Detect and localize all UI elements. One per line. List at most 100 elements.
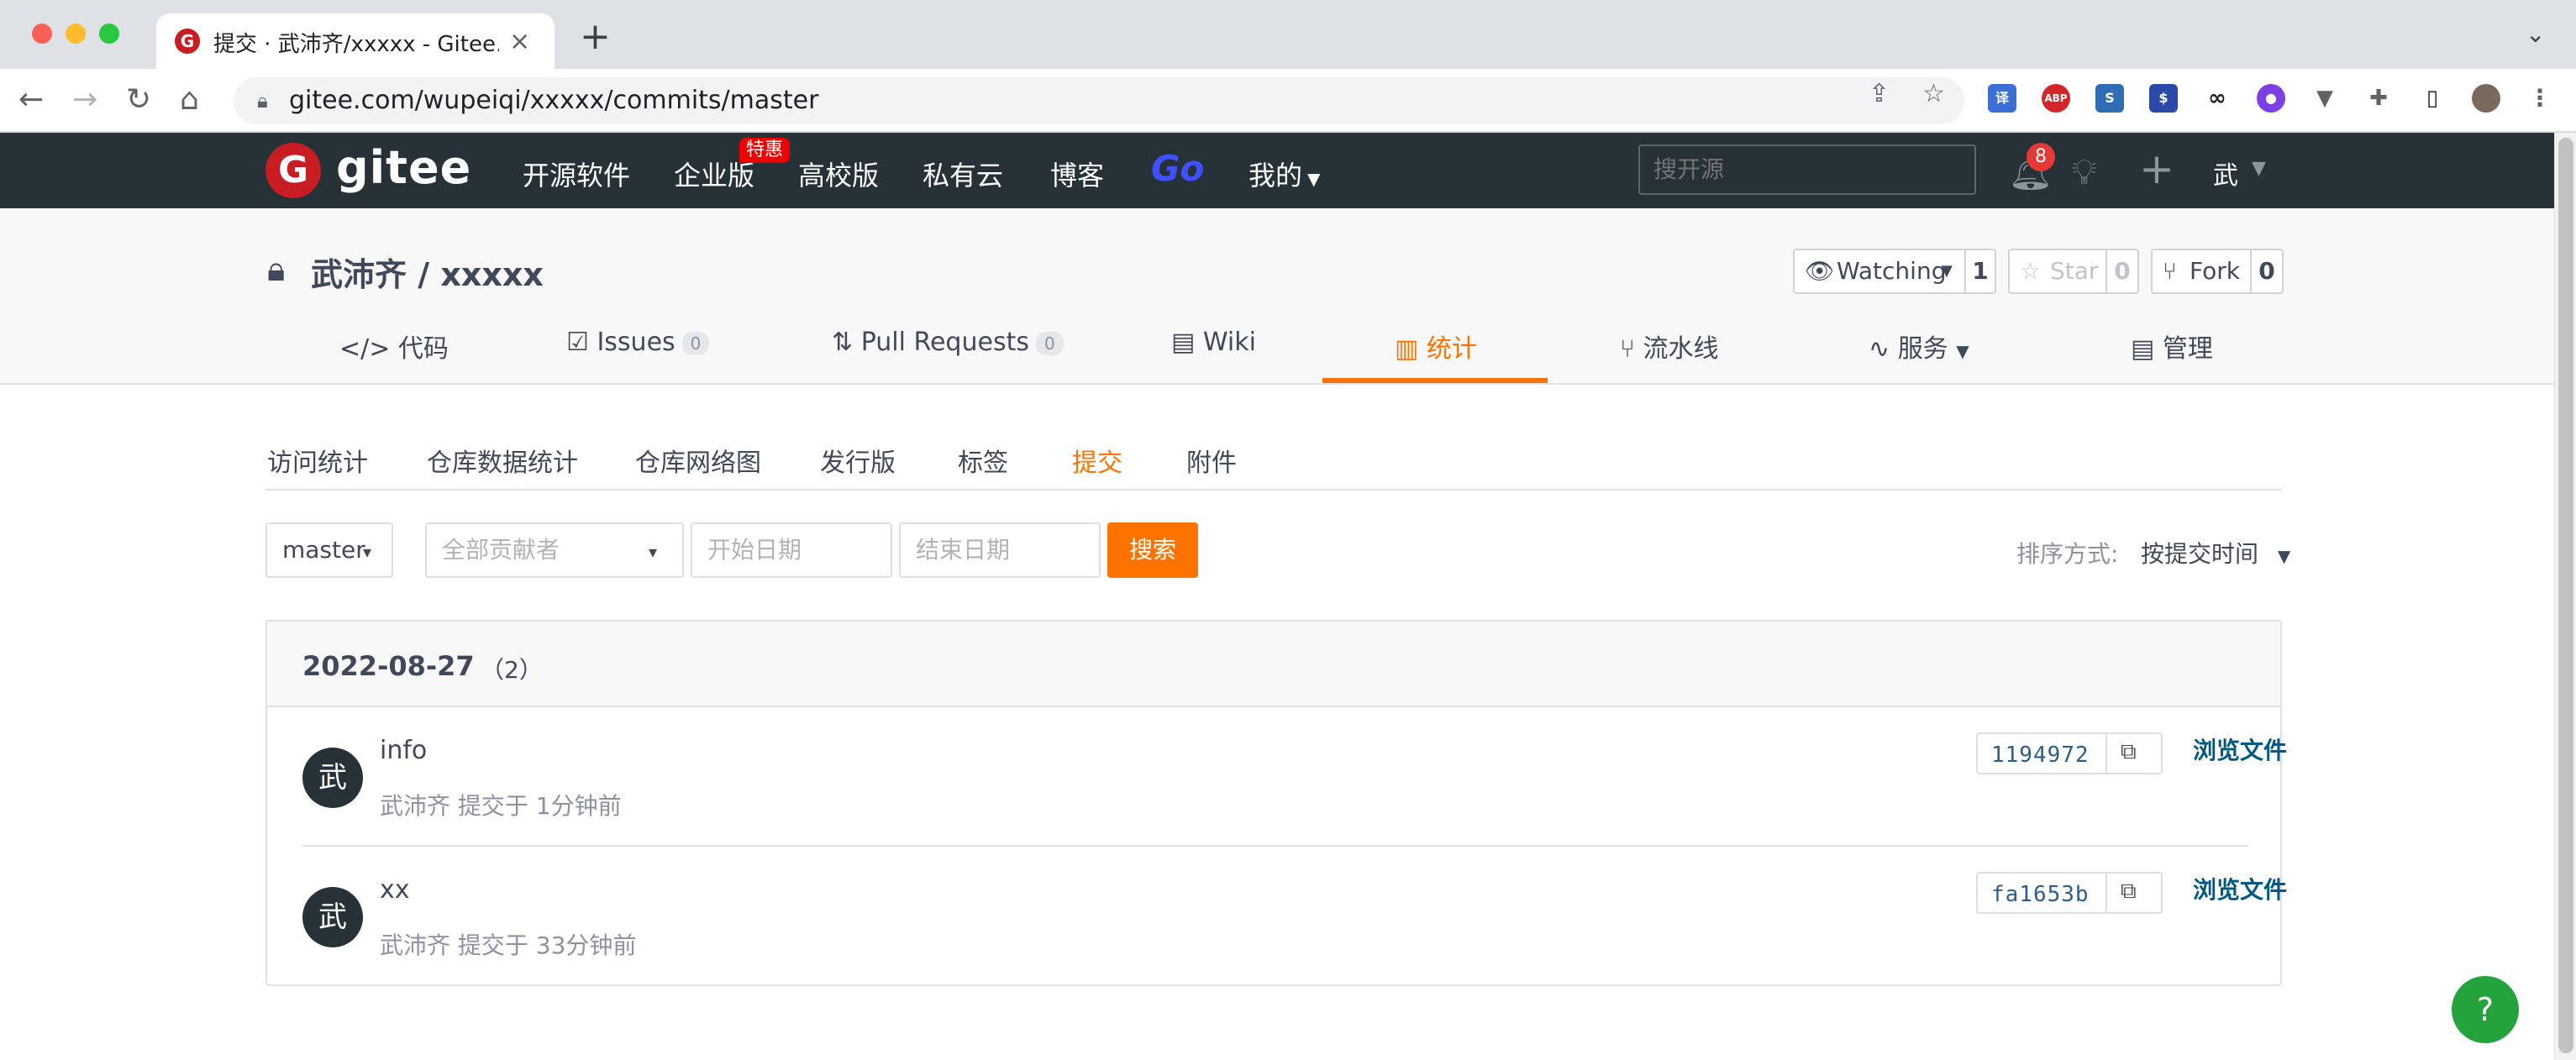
side-panel-icon[interactable]: ▯ (2418, 84, 2447, 113)
star-button[interactable]: ☆ Star 0 (2008, 249, 2139, 294)
commit-message[interactable]: xx (380, 875, 410, 905)
profile-avatar[interactable] (2472, 84, 2500, 113)
search-button[interactable]: 搜索 (1107, 522, 1198, 578)
subnav-repo-data-stats[interactable]: 仓库数据统计 (427, 442, 578, 479)
tab-pipeline[interactable]: ⑂ 流水线 (1620, 328, 1719, 365)
window-maximize-button[interactable] (99, 24, 119, 44)
start-date-input[interactable]: 开始日期 (691, 522, 892, 578)
issues-icon: ☑ (566, 328, 589, 357)
extension-translate-icon[interactable]: 译 (1988, 84, 2016, 113)
nav-open-source[interactable]: 开源软件 (523, 155, 630, 193)
user-chevron-down-icon[interactable]: ▼ (2252, 158, 2266, 179)
browser-menu-icon[interactable]: ⋮ (2526, 84, 2554, 113)
browse-files-link[interactable]: 浏览文件 (2193, 732, 2287, 766)
tab-search-chevron-icon[interactable]: ⌄ (2526, 20, 2545, 48)
browser-tab[interactable]: G 提交 · 武沛齐/xxxxx - Gitee.com × (156, 13, 555, 69)
commit-list: 2022-08-27 （2） 武 info 武沛齐 提交于 1分钟前 11949… (265, 620, 2287, 986)
commit-sha[interactable]: fa1653b (1991, 882, 2090, 907)
subnav-network-graph[interactable]: 仓库网络图 (635, 442, 761, 479)
chevron-down-icon: ▾ (363, 542, 372, 562)
tab-issues[interactable]: ☑ Issues 0 (566, 328, 710, 357)
nav-go[interactable]: Go (1151, 148, 1204, 189)
subnav-divider (265, 489, 2282, 491)
commit-sha[interactable]: 1194972 (1991, 743, 2090, 768)
reload-icon[interactable]: ↻ (126, 82, 151, 117)
extension-s-icon[interactable]: S (2095, 84, 2124, 113)
share-icon[interactable]: ⇪ (1869, 79, 1890, 108)
address-bar[interactable]: 🔒︎ gitee.com/wupeiqi/xxxxx/commits/maste… (234, 77, 1964, 124)
avatar[interactable]: 武 (302, 887, 363, 947)
sort-select[interactable]: 按提交时间 ▼ (2141, 536, 2290, 569)
fork-button[interactable]: ⑂ Fork 0 (2151, 249, 2284, 294)
gitee-logo-text[interactable]: gitee (336, 141, 471, 194)
tab-close-icon[interactable]: × (509, 27, 530, 56)
gitee-logo-icon[interactable]: G (265, 143, 321, 198)
tab-stats[interactable]: ▥ 统计 (1395, 328, 1477, 365)
branch-select[interactable]: master ▾ (265, 522, 393, 578)
repo-title[interactable]: 武沛齐 / xxxxx (311, 249, 544, 295)
nav-my-menu[interactable]: 我的 ▼ (1249, 155, 1320, 193)
commit-message[interactable]: info (380, 736, 427, 765)
lightbulb-icon[interactable]: 💡︎ (2072, 151, 2096, 193)
tab-code[interactable]: </> 代码 (339, 328, 449, 365)
tab-pulls-label: Pull Requests (860, 328, 1029, 357)
nav-private-cloud[interactable]: 私有云 (923, 155, 1003, 193)
new-tab-button[interactable]: + (580, 15, 611, 58)
url-text[interactable]: gitee.com/wupeiqi/xxxxx/commits/master (289, 86, 818, 115)
user-menu[interactable]: 武 (2213, 155, 2238, 192)
tab-services[interactable]: ∿ 服务 ▼ (1869, 328, 1969, 365)
extension-link-icon[interactable]: ∞ (2203, 84, 2232, 113)
bar-chart-icon: ▥ (1395, 334, 1419, 364)
subnav-visit-stats[interactable]: 访问统计 (267, 442, 368, 479)
copy-icon[interactable]: ⧉ (2121, 739, 2137, 765)
manage-icon: ▤ (2131, 334, 2155, 364)
home-icon[interactable]: ⌂ (180, 82, 199, 117)
subnav-commits[interactable]: 提交 (1072, 442, 1122, 479)
extension-color-icon[interactable]: ● (2257, 84, 2285, 113)
contributor-select[interactable]: 全部贡献者 ▾ (425, 522, 684, 578)
tab-wiki[interactable]: ▤ Wiki (1171, 328, 1256, 357)
forward-arrow-icon[interactable]: → (72, 82, 97, 117)
avatar[interactable]: 武 (302, 748, 363, 808)
tab-pull-requests[interactable]: ⇅ Pull Requests 0 (832, 328, 1064, 357)
pull-request-icon: ⇅ (832, 328, 854, 357)
adblock-plus-icon[interactable]: ABP (2042, 84, 2070, 113)
end-date-input[interactable]: 结束日期 (899, 522, 1101, 578)
pulse-icon: ∿ (1869, 334, 1890, 364)
extension-price-icon[interactable]: $ (2149, 84, 2178, 113)
active-tab-underline (1322, 378, 1548, 383)
window-close-button[interactable] (32, 24, 52, 44)
bookmark-star-icon[interactable]: ☆ (1922, 79, 1945, 108)
back-arrow-icon[interactable]: ← (18, 82, 44, 117)
browse-files-link[interactable]: 浏览文件 (2193, 872, 2287, 905)
watch-label: Watching (1837, 257, 1947, 285)
browser-toolbar: ← → ↻ ⌂ 🔒︎ gitee.com/wupeiqi/xxxxx/commi… (0, 69, 2576, 133)
watch-button[interactable]: 👁︎ Watching ▼ 1 (1793, 249, 1996, 294)
commit-sha-box[interactable]: fa1653b ⧉ (1976, 872, 2163, 914)
fork-label: Fork (2190, 257, 2240, 285)
subnav-tags[interactable]: 标签 (958, 442, 1008, 479)
commit-row: 武 xx 武沛齐 提交于 33分钟前 fa1653b ⧉ 浏览文件 (302, 847, 2287, 986)
contributor-placeholder: 全部贡献者 (442, 536, 560, 564)
subnav-releases[interactable]: 发行版 (820, 442, 896, 479)
commit-sha-box[interactable]: 1194972 ⧉ (1976, 732, 2163, 774)
tab-manage[interactable]: ▤ 管理 (2131, 328, 2213, 365)
site-header: G gitee 开源软件 企业版 特惠 高校版 私有云 博客 Go 我的▼ 🔔︎… (0, 133, 2554, 208)
nav-blog[interactable]: 博客 (1050, 155, 1104, 193)
header-search-input[interactable] (1638, 144, 1976, 195)
extension-v-icon[interactable]: ▼ (2311, 84, 2339, 113)
help-button[interactable]: ? (2452, 976, 2519, 1043)
repo-header: 🔒︎ 武沛齐 / xxxxx 👁︎ Watching ▼ 1 ☆ Star 0 … (0, 208, 2554, 385)
extensions-puzzle-icon[interactable]: ✚ (2364, 84, 2393, 113)
copy-icon[interactable]: ⧉ (2121, 879, 2137, 905)
scrollbar[interactable] (2554, 133, 2576, 1060)
eye-icon: 👁︎ (1805, 257, 1835, 285)
tab-pipeline-label: 流水线 (1643, 334, 1719, 364)
nav-university[interactable]: 高校版 (798, 155, 879, 193)
watch-count: 1 (1972, 257, 1989, 285)
commit-group-header: 2022-08-27 （2） (267, 622, 2280, 707)
subnav-attachments[interactable]: 附件 (1186, 442, 1237, 479)
scrollbar-thumb[interactable] (2558, 138, 2573, 1053)
plus-create-icon[interactable]: + (2139, 144, 2174, 193)
window-minimize-button[interactable] (66, 24, 86, 44)
